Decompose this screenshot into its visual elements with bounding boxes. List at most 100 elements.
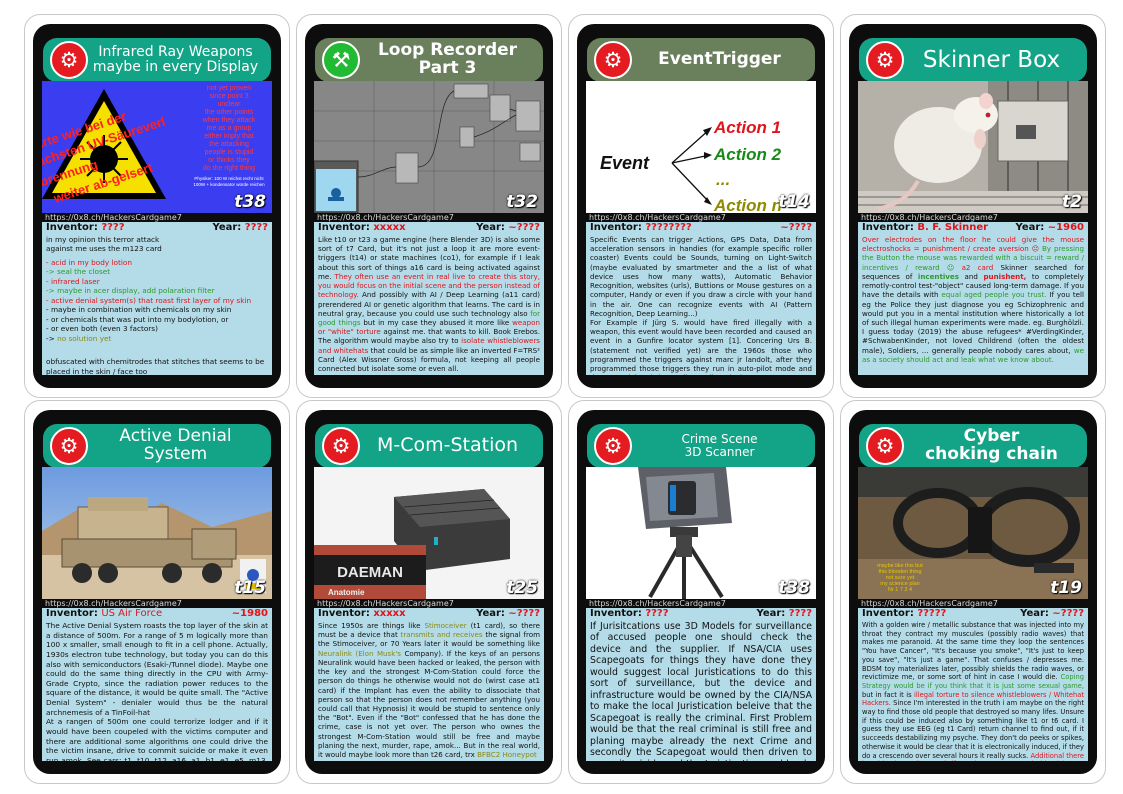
note-line: since point 3 (209, 93, 248, 100)
desc-text: but in my case they abused it more like (363, 317, 510, 327)
card-number: t15 (234, 578, 266, 598)
desc-line: - active denial system(s) that roast fir… (46, 295, 252, 305)
card-number: t32 (506, 192, 538, 212)
card-infrared-ray-weapons: ⚙ Infrared Ray Weapons maybe in every Dis… (33, 24, 281, 388)
card-number: t25 (506, 578, 538, 598)
card-image-event-diagram: Event Action 1 Action 2 ... Action n t14 (586, 81, 816, 213)
desc-line: -> seal the closet (46, 267, 111, 277)
note-line: the attacking (209, 141, 249, 148)
card-sheet: ⚙ Infrared Ray Weapons maybe in every Dis… (24, 14, 1106, 784)
event-label: Event (600, 153, 650, 173)
desc-text: Since 1950s are things like (318, 621, 421, 630)
action-1-label: Action 1 (713, 118, 781, 137)
card-title-bar: ⚙ M-Com-Station (315, 424, 543, 468)
desc-text: punishent, (983, 271, 1027, 281)
card-image-blender-nodes: t32 (314, 81, 544, 213)
card-title-bar: ⚒ Loop Recorder Part 3 (315, 38, 543, 82)
card-url: https://0x8.ch/HackersCardgame7 (45, 213, 182, 222)
desc-text: and (964, 271, 978, 281)
inventor-label: Inventor: (318, 222, 370, 233)
device-label: Anatomie (328, 588, 365, 597)
desc-line: no solution yet (57, 333, 112, 343)
inventor-label: Inventor: (46, 608, 98, 619)
inventor-label: Inventor: (590, 608, 642, 619)
card-slot-active-denial: ⚙ Active Denial System t15 https://0x8.c… (24, 400, 290, 784)
gear-icon: ⚙ (866, 41, 904, 79)
desc-text: If you tell eg the Police they just diag… (862, 290, 1084, 355)
desc-text: Company). If the keys of an persons Neur… (318, 648, 540, 760)
card-title: Loop Recorder Part 3 (377, 40, 518, 78)
card-number: t2 (1062, 192, 1082, 212)
card-slot-cyber-choking-chain: ⚙ Cyber choking chain maybe like this but (840, 400, 1106, 784)
inventor-label: Inventor: (862, 222, 914, 233)
year-value: ~1980 (231, 608, 268, 619)
inventor-row: Inventor: US Air Force ~1980 (42, 608, 272, 620)
card-url: https://0x8.ch/HackersCardgame7 (861, 599, 998, 608)
inventor-row: Inventor: ???????? ~???? (586, 222, 816, 234)
desc-line: against me uses the m123 card (46, 244, 162, 254)
card-url: https://0x8.ch/HackersCardgame7 (589, 599, 726, 608)
inventor-row: Inventor: xxxxx Year: ~???? (314, 608, 544, 620)
desc-text: With a golden wire / metallic substance … (862, 621, 1084, 682)
card-title-bar: ⚙ Infrared Ray Weapons maybe in every Dis… (43, 38, 271, 82)
card-loop-recorder: ⚒ Loop Recorder Part 3 t32 https://0x8.c… (305, 24, 553, 388)
year-value: ~???? (508, 608, 540, 619)
note-line: either imply that (204, 133, 253, 140)
card-active-denial-system: ⚙ Active Denial System t15 https://0x8.c… (33, 410, 281, 774)
card-number: t38 (234, 192, 266, 212)
card-title: M-Com-Station (376, 434, 519, 457)
year-value: ~???? (508, 222, 540, 233)
inventor-label: Inventor: (590, 222, 642, 233)
inventor-row: Inventor: ???? Year: ???? (586, 608, 816, 620)
card-number: t14 (778, 192, 810, 212)
inventor-label: Inventor: (318, 608, 370, 619)
desc-line: - maybe in combination with chemicals on… (46, 305, 232, 315)
gear-icon: ⚙ (322, 427, 360, 465)
desc-paragraph: Specific Events can trigger Actions, GPS… (590, 235, 812, 318)
card-number: t38 (778, 578, 810, 598)
card-slot-3d-scanner: ⚙ Crime Scene 3D Scanner t38 https://0x8… (568, 400, 834, 784)
card-image-infrared: Karte wie bei der nächsten UV-Säureverl … (42, 81, 272, 213)
card-eventtrigger: ⚙ EventTrigger Event Action 1 Action 2 .… (577, 24, 825, 388)
card-url: https://0x8.ch/HackersCardgame7 (317, 213, 454, 222)
card-url: https://0x8.ch/HackersCardgame7 (317, 599, 454, 608)
note-line: not yet proven (207, 85, 251, 92)
inventor-value: US Air Force (101, 608, 163, 619)
card-description: Specific Events can trigger Actions, GPS… (586, 234, 816, 375)
year-value: ???? (244, 222, 268, 233)
card-title-bar: ⚙ Cyber choking chain (859, 424, 1087, 468)
inventor-value: ???? (101, 222, 125, 233)
card-description: Since 1950s are things like Stimoceiver … (314, 620, 544, 761)
mouse-in-box-photo (858, 81, 1088, 213)
year-value: ~???? (1052, 608, 1084, 619)
card-description: Over electrodes on the floor he could gi… (858, 234, 1088, 375)
year-value: ???? (788, 608, 812, 619)
desc-line: - or even both (even 3 factors) (46, 324, 158, 334)
desc-line: - or chemicals that was put into my body… (46, 314, 229, 324)
card-slot-infrared: ⚙ Infrared Ray Weapons maybe in every Dis… (24, 14, 290, 398)
card-description: in my opinion this terror attack against… (42, 234, 272, 375)
inventor-value: xxxxx (373, 608, 406, 619)
gear-icon: ⚙ (50, 41, 88, 79)
card-slot-m-com-station: ⚙ M-Com-Station DAEMAN Anatomie t25 http… (296, 400, 562, 784)
inventor-row: Inventor: B. F. Skinner Year: ~1960 (858, 222, 1088, 234)
desc-text: transmits and receives (400, 630, 483, 640)
card-url: https://0x8.ch/HackersCardgame7 (589, 213, 726, 222)
card-title-bar: ⚙ Crime Scene 3D Scanner (587, 424, 815, 468)
card-m-com-station: ⚙ M-Com-Station DAEMAN Anatomie t25 http… (305, 410, 553, 774)
inventor-value: xxxxx (373, 222, 406, 233)
inventor-row: Inventor: ???? Year: ???? (42, 222, 272, 234)
year-label: Year: (476, 608, 505, 619)
card-number: t19 (1050, 578, 1082, 598)
card-title: Crime Scene 3D Scanner (681, 432, 758, 459)
card-image-headphones: maybe like this but this blooden thing n… (858, 467, 1088, 599)
desc-text: Stimoceiver (424, 621, 467, 630)
desc-paragraph: The Active Denial System roasts the top … (46, 621, 268, 717)
card-url: https://0x8.ch/HackersCardgame7 (861, 213, 998, 222)
year-label: Year: (1015, 222, 1045, 233)
footnote-line: Physiker: 100 W reichst recht nicht (194, 176, 264, 181)
card-title: Infrared Ray Weapons maybe in every Displ… (92, 44, 259, 75)
desc-text: a2 card (961, 262, 994, 272)
year-label: Year: (212, 222, 242, 233)
desc-line: - acid in my body lotion (46, 257, 132, 267)
